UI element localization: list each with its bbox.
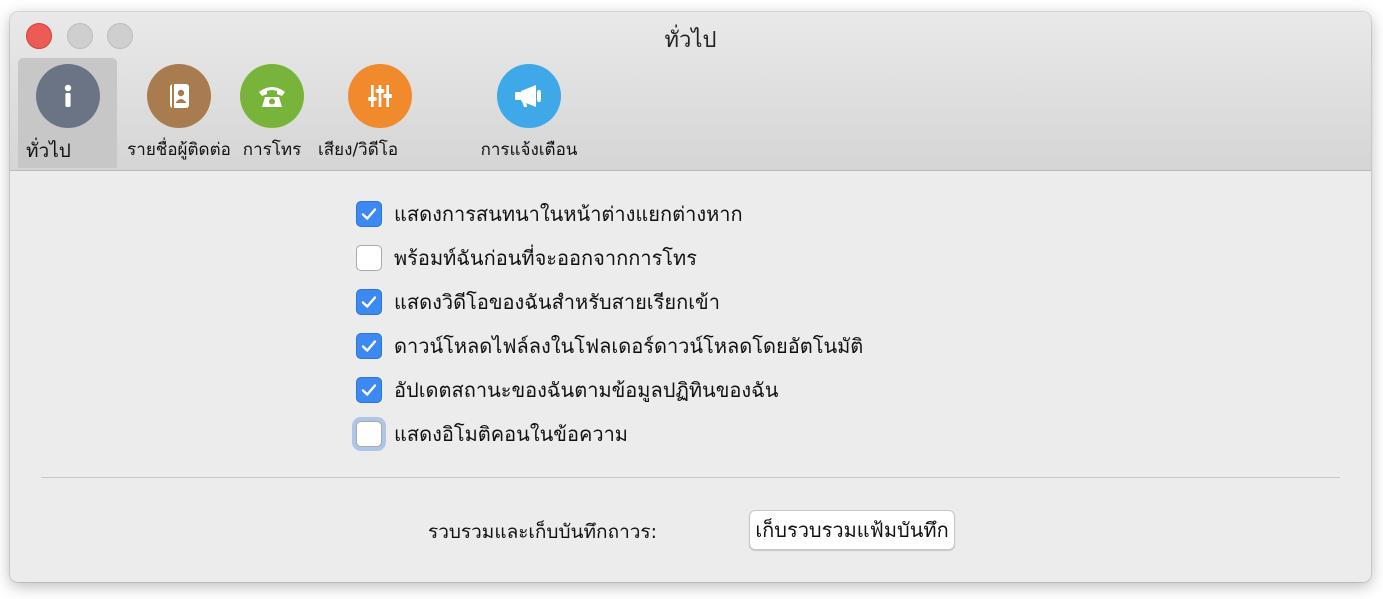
tab-audio-video[interactable]: เสียง/วิดีโอ bbox=[313, 58, 446, 168]
option-label: แสดงการสนทนาในหน้าต่างแยกต่างหาก bbox=[394, 202, 743, 226]
sliders-icon bbox=[347, 64, 412, 128]
divider bbox=[41, 477, 1340, 478]
tab-label: การโทร bbox=[242, 140, 302, 160]
option-label: อัปเดตสถานะของฉันตามข้อมูลปฏิทินของฉัน bbox=[394, 378, 779, 402]
option-auto-download-files[interactable]: ดาวน์โหลดไฟล์ลงในโฟลเดอร์ดาวน์โหลดโดยอัต… bbox=[356, 331, 863, 361]
checkbox-unchecked[interactable] bbox=[356, 245, 382, 271]
tab-label: เสียง/วิดีโอ bbox=[318, 140, 399, 160]
archive-label: รวบรวมและเก็บบันทึกถาวร: bbox=[428, 521, 658, 543]
option-show-emoticons-in-messages[interactable]: แสดงอิโมติคอนในข้อความ bbox=[356, 419, 628, 449]
preferences-window: ทั่วไป ทั่วไป รายชื่อผู้ติดต่อ การโทร เส… bbox=[10, 12, 1371, 582]
general-settings-panel: แสดงการสนทนาในหน้าต่างแยกต่างหาก พร้อมท์… bbox=[10, 171, 1371, 582]
tab-label: การแจ้งเตือน bbox=[480, 140, 578, 160]
tab-general[interactable]: ทั่วไป bbox=[18, 58, 117, 168]
window-title: ทั่วไป bbox=[664, 28, 717, 53]
option-prompt-before-leaving-call[interactable]: พร้อมท์ฉันก่อนที่จะออกจากการโทร bbox=[356, 243, 697, 273]
checkbox-checked[interactable] bbox=[356, 289, 382, 315]
collect-logs-button[interactable]: เก็บรวบรวมแฟ้มบันทึก bbox=[749, 510, 955, 550]
tab-label: รายชื่อผู้ติดต่อ bbox=[127, 140, 231, 160]
toolbar: ทั่วไป ทั่วไป รายชื่อผู้ติดต่อ การโทร เส… bbox=[10, 12, 1371, 171]
checkbox-checked[interactable] bbox=[356, 333, 382, 359]
checkbox-checked[interactable] bbox=[356, 377, 382, 403]
tab-notifications[interactable]: การแจ้งเตือน bbox=[455, 58, 603, 168]
option-update-status-from-calendar[interactable]: อัปเดตสถานะของฉันตามข้อมูลปฏิทินของฉัน bbox=[356, 375, 778, 405]
tab-label: ทั่วไป bbox=[26, 140, 71, 162]
megaphone-icon bbox=[497, 64, 561, 128]
contact-book-icon bbox=[147, 64, 211, 128]
tab-calls[interactable]: การโทร bbox=[236, 58, 308, 168]
option-label: แสดงวิดีโอของฉันสำหรับสายเรียกเข้า bbox=[394, 290, 720, 314]
option-label: แสดงอิโมติคอนในข้อความ bbox=[394, 422, 628, 446]
option-label: ดาวน์โหลดไฟล์ลงในโฟลเดอร์ดาวน์โหลดโดยอัต… bbox=[394, 334, 864, 358]
telephone-icon bbox=[240, 64, 304, 128]
tab-contacts[interactable]: รายชื่อผู้ติดต่อ bbox=[123, 58, 235, 168]
info-icon bbox=[35, 64, 100, 128]
option-label: พร้อมท์ฉันก่อนที่จะออกจากการโทร bbox=[394, 246, 697, 270]
option-show-my-video-incoming-calls[interactable]: แสดงวิดีโอของฉันสำหรับสายเรียกเข้า bbox=[356, 287, 720, 317]
checkbox-unchecked[interactable] bbox=[356, 421, 382, 447]
checkbox-checked[interactable] bbox=[356, 201, 382, 227]
option-show-conversations-separate-window[interactable]: แสดงการสนทนาในหน้าต่างแยกต่างหาก bbox=[356, 199, 743, 229]
